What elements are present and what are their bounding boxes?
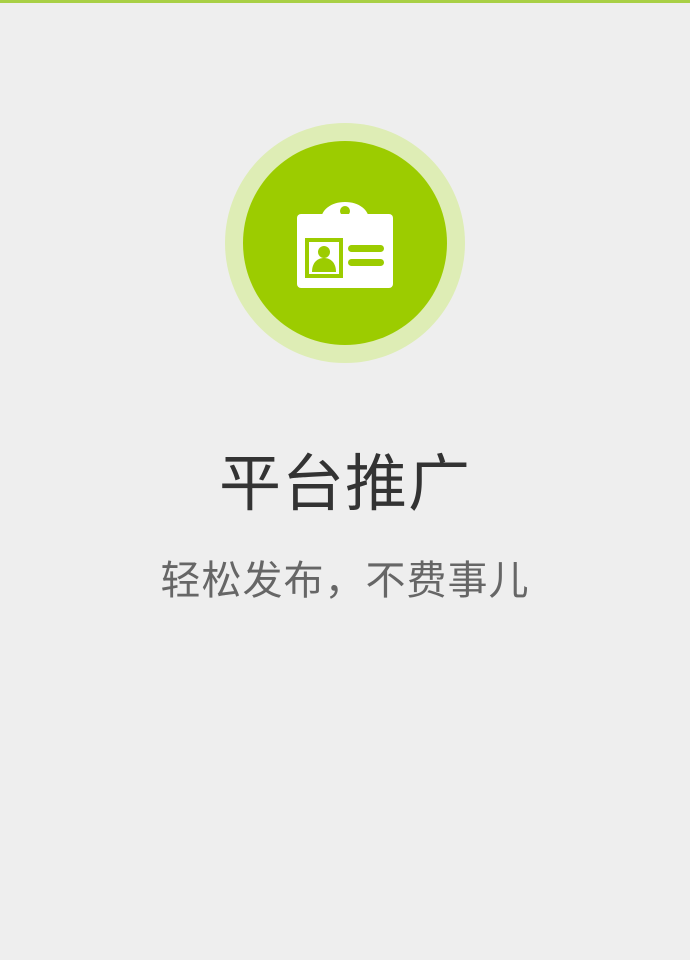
top-accent-bar bbox=[0, 0, 690, 3]
page-subtitle: 轻松发布，不费事儿 bbox=[160, 558, 530, 604]
icon-circle bbox=[243, 141, 447, 345]
page-title: 平台推广 bbox=[218, 447, 471, 520]
id-badge-icon bbox=[297, 202, 393, 288]
